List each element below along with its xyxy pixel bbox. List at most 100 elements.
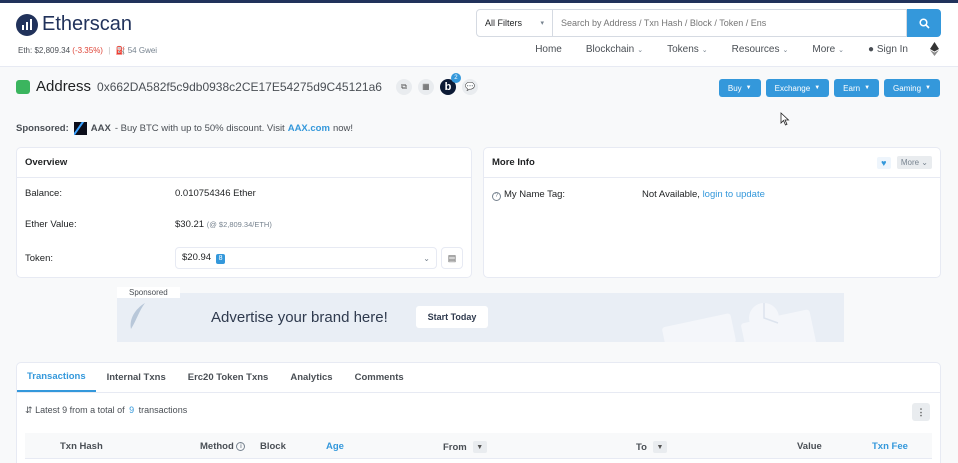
- address-hash: 0x662DA582f5c9db0938c2CE17E54275d9C45121…: [97, 79, 382, 94]
- filter-icon[interactable]: ▼: [472, 441, 487, 453]
- sponsored-line: Sponsored: AAX - Buy BTC with up to 50% …: [16, 122, 353, 135]
- blockscan-chat-icon[interactable]: b2: [439, 72, 461, 95]
- heart-icon[interactable]: ♥: [876, 156, 891, 169]
- col-from: From ▼: [443, 441, 487, 453]
- eth-price: $2,809.34: [34, 46, 71, 55]
- tab-comments[interactable]: Comments: [344, 363, 415, 392]
- sponsored-suffix: now!: [332, 123, 354, 134]
- nav-home[interactable]: Home: [535, 44, 562, 55]
- sponsored-label: Sponsored:: [16, 123, 69, 134]
- transactions-summary: ⇵ Latest 9 from a total of 9 transaction…: [25, 405, 187, 416]
- aax-logo-icon: [73, 122, 87, 135]
- banner-sponsored-tag: Sponsored: [117, 287, 180, 298]
- action-buttons: Buy ▼ Exchange ▼ Earn ▼ Gaming ▼: [718, 79, 940, 97]
- col-block: Block: [260, 441, 286, 452]
- filter-icon[interactable]: ▼: [652, 441, 667, 453]
- ether-value-amount: $30.21: [175, 219, 205, 230]
- tab-internal-txns[interactable]: Internal Txns: [96, 363, 177, 392]
- transaction-count-link[interactable]: 9: [129, 405, 134, 415]
- chevron-down-icon: ▼: [925, 85, 931, 91]
- ether-value-rate: (@ $2,809.34/ETH): [206, 220, 272, 229]
- buy-button[interactable]: Buy ▼: [718, 79, 761, 97]
- tab-analytics[interactable]: Analytics: [279, 363, 343, 392]
- token-count-badge: 8: [216, 253, 226, 264]
- summary-suffix: transactions: [138, 405, 188, 415]
- balance-label: Balance:: [25, 188, 62, 199]
- buy-label: Buy: [727, 83, 742, 93]
- nav-sign-in-label: Sign In: [876, 43, 908, 55]
- sort-icon: ⇵: [25, 405, 33, 415]
- name-tag-label: ? My Name Tag:: [492, 189, 565, 201]
- ad-banner[interactable]: Advertise your brand here! Start Today: [117, 293, 844, 342]
- search-bar: All Filters ▾: [476, 9, 941, 37]
- qr-code-icon[interactable]: ▦: [417, 78, 434, 95]
- exchange-button[interactable]: Exchange ▼: [765, 79, 830, 97]
- balance-value: 0.010754346 Ether: [175, 188, 256, 199]
- transactions-table-header: Txn Hash Method i Block Age From ▼ To ▼ Va…: [25, 433, 932, 459]
- wallet-icon[interactable]: ▤: [441, 247, 463, 269]
- more-dropdown-button[interactable]: More ⌄: [896, 156, 932, 169]
- col-txn-hash: Txn Hash: [60, 441, 103, 452]
- ticker-separator: |: [108, 46, 111, 55]
- kebab-menu-icon[interactable]: ⋮: [912, 403, 930, 421]
- transactions-card: Transactions Internal Txns Erc20 Token T…: [16, 362, 941, 463]
- col-method: Method i: [200, 441, 248, 452]
- question-icon: ?: [492, 191, 501, 201]
- search-button[interactable]: [907, 9, 941, 37]
- tab-erc20-token-txns[interactable]: Erc20 Token Txns: [177, 363, 280, 392]
- comment-icon[interactable]: 💬: [461, 78, 478, 95]
- chevron-down-icon: ⌄: [637, 46, 644, 54]
- token-label: Token:: [25, 253, 53, 264]
- sponsor-name: AAX: [90, 123, 111, 134]
- eth-label: Eth:: [18, 46, 33, 55]
- col-from-label: From: [443, 441, 467, 453]
- nav-more[interactable]: More ⌄: [812, 44, 844, 55]
- chevron-down-icon: ⌄: [838, 46, 845, 54]
- login-to-update-link[interactable]: login to update: [703, 189, 765, 200]
- search-filter-select[interactable]: All Filters ▾: [476, 9, 553, 37]
- col-to-label: To: [636, 441, 647, 453]
- more-info-controls: ♥ More ⌄: [876, 156, 932, 169]
- etherscan-logo-icon: [16, 13, 38, 36]
- col-to: To ▼: [636, 441, 667, 453]
- tab-transactions[interactable]: Transactions: [17, 363, 96, 392]
- earn-label: Earn: [843, 83, 861, 93]
- sponsored-text: - Buy BTC with up to 50% discount. Visit: [114, 123, 285, 134]
- start-today-button[interactable]: Start Today: [416, 306, 488, 328]
- info-icon[interactable]: i: [236, 442, 246, 451]
- nav-tokens-label: Tokens: [667, 43, 699, 55]
- eth-ticker: Eth: $2,809.34 (-3.35%) | ⛽ 54 Gwei: [18, 46, 157, 55]
- gas-icon: ⛽: [115, 46, 126, 55]
- nav-resources[interactable]: Resources ⌄: [732, 44, 789, 55]
- col-age[interactable]: Age: [326, 441, 344, 452]
- chat-count-badge: 2: [450, 72, 461, 83]
- nav-blockchain-label: Blockchain: [585, 43, 635, 55]
- nav-more-label: More: [812, 43, 836, 55]
- nav-tokens[interactable]: Tokens ⌄: [667, 44, 708, 55]
- ethereum-network-icon[interactable]: [928, 42, 940, 56]
- more-info-title: More Info: [492, 157, 535, 168]
- summary-prefix: Latest 9 from a total of: [35, 405, 125, 415]
- user-icon: ●: [868, 43, 875, 55]
- etherscan-logo[interactable]: Etherscan: [16, 13, 132, 36]
- sponsor-link[interactable]: AAX.com: [288, 123, 330, 134]
- site-header: Etherscan Eth: $2,809.34 (-3.35%) | ⛽ 54…: [0, 3, 958, 67]
- nav-sign-in[interactable]: ● Sign In: [868, 44, 908, 55]
- name-tag-text: My Name Tag:: [504, 189, 566, 200]
- search-filter-label: All Filters: [485, 18, 523, 28]
- search-input[interactable]: [553, 9, 907, 37]
- nav-blockchain[interactable]: Blockchain ⌄: [586, 44, 643, 55]
- nav-resources-label: Resources: [731, 43, 780, 55]
- name-tag-value: Not Available, login to update: [642, 189, 765, 200]
- token-holdings-dropdown[interactable]: $20.94 8 ⌄: [175, 247, 437, 269]
- gas-price[interactable]: 54 Gwei: [128, 46, 157, 55]
- earn-button[interactable]: Earn ▼: [834, 79, 880, 97]
- eth-change: (-3.35%): [72, 46, 103, 55]
- address-header: Address 0x662DA582f5c9db0938c2CE17E54275…: [16, 72, 478, 95]
- col-txn-fee[interactable]: Txn Fee: [872, 441, 908, 452]
- brand-name: Etherscan: [42, 13, 133, 35]
- gaming-button[interactable]: Gaming ▼: [884, 79, 940, 97]
- more-dropdown-label: More: [900, 158, 920, 167]
- chevron-down-icon: ▾: [540, 20, 544, 27]
- copy-icon[interactable]: ⧉: [395, 78, 412, 95]
